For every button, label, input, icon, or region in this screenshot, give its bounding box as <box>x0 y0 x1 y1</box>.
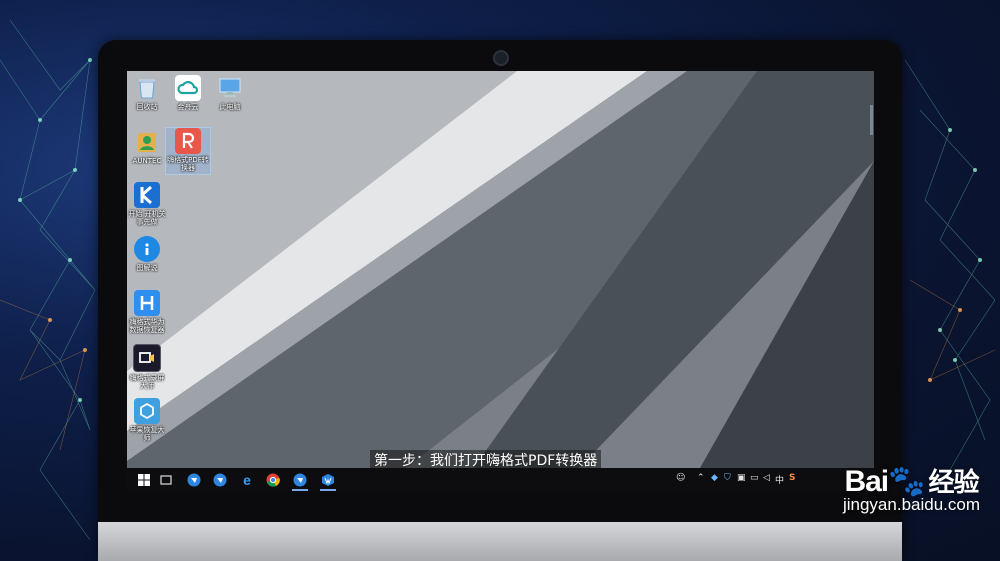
people-icon[interactable]: ☺ <box>676 473 685 483</box>
this-pc-icon <box>217 75 243 101</box>
desktop-icon-label: 图解说 <box>136 264 158 272</box>
watermark-brand-text: Bai <box>844 465 889 498</box>
desktop-icon-label: 金舟云 <box>177 103 199 111</box>
watermark-brand-tail: 经验 <box>928 468 980 498</box>
cloud-app-icon <box>175 75 201 101</box>
desktop-icon-label: 苹果恢复大 师 <box>129 426 165 442</box>
info-app-icon <box>134 236 160 262</box>
recycle-bin-icon <box>134 75 160 101</box>
desktop-icon-recycle-bin[interactable]: 回收站 <box>125 75 169 111</box>
paw-icon: 🐾 <box>888 465 925 498</box>
pdf-converter-icon <box>175 128 201 154</box>
input-method-indicator[interactable]: 中 <box>775 473 784 486</box>
desktop-icon-h-app[interactable]: 嗨格式华为 数据恢复器 <box>125 290 169 334</box>
desktop-icon-label: 嗨格式华为 数据恢复器 <box>129 318 165 334</box>
windows-start-icon[interactable] <box>135 471 153 489</box>
screen-recorder-icon <box>133 344 161 372</box>
scroll-indicator <box>870 105 873 135</box>
sogou-ime-icon[interactable]: S <box>789 473 795 483</box>
network-icon[interactable]: ▣ <box>737 473 746 483</box>
baidu-jingyan-watermark: Bai🐾 经验 jingyan.baidu.com <box>843 462 980 515</box>
desktop-icon-info-app[interactable]: 图解说 <box>125 236 169 272</box>
desktop-icon-cloud-app[interactable]: 金舟云 <box>166 75 210 111</box>
desktop-icon-this-pc[interactable]: 此电脑 <box>208 75 252 111</box>
h-app-icon <box>134 290 160 316</box>
battery-icon[interactable]: ▭ <box>750 473 759 483</box>
task-view-icon[interactable] <box>157 471 175 489</box>
desktop-icon-screen-recorder[interactable]: 嗨格式录屏 大师 <box>125 344 169 390</box>
app-taskbar-icon[interactable] <box>319 471 337 491</box>
chevron-up-icon[interactable]: ⌃ <box>697 473 705 483</box>
desktop-icon-label: AUNTEC <box>132 157 162 165</box>
desktop-screen <box>127 71 874 491</box>
taskbar: e ☺ ⌃ ◆ ⛉ ▣ ▭ ◁ 中 S <box>127 468 874 491</box>
desktop-icon-label: 嗨格式PDF转换器 <box>167 156 209 172</box>
monitor-chin <box>98 522 902 561</box>
desktop-wallpaper <box>127 71 874 491</box>
pinned-app-2-icon[interactable] <box>211 471 229 489</box>
watermark-url: jingyan.baidu.com <box>842 495 980 514</box>
volume-icon[interactable]: ◁ <box>763 473 770 483</box>
desktop-icon-label: 嗨格式录屏 大师 <box>129 374 165 390</box>
desktop-icon-apple-recovery[interactable]: 苹果恢复大 师 <box>125 398 169 442</box>
desktop-icon-label: 开始 开机关 事先做 <box>128 210 166 226</box>
tray-app-icon[interactable]: ◆ <box>711 473 718 483</box>
desktop-icon-label: 回收站 <box>136 103 158 111</box>
pdf-app-taskbar-icon[interactable] <box>291 471 309 491</box>
user-folder-icon <box>134 129 160 155</box>
desktop-icon-user-folder[interactable]: AUNTEC <box>125 129 169 165</box>
desktop-icon-label: 此电脑 <box>219 103 241 111</box>
desktop-icon-k-app[interactable]: 开始 开机关 事先做 <box>125 182 169 226</box>
k-app-icon <box>134 182 160 208</box>
defender-icon[interactable]: ⛉ <box>724 473 731 483</box>
pinned-app-1-icon[interactable] <box>185 471 203 489</box>
webcam-icon <box>493 50 509 66</box>
edge-icon[interactable]: e <box>238 471 256 489</box>
desktop-icon-pdf-converter[interactable]: 嗨格式PDF转换器 <box>165 127 211 175</box>
watermark-brand: Bai🐾 经验 <box>843 462 980 499</box>
chrome-icon[interactable] <box>264 471 282 489</box>
apple-recovery-icon <box>134 398 160 424</box>
